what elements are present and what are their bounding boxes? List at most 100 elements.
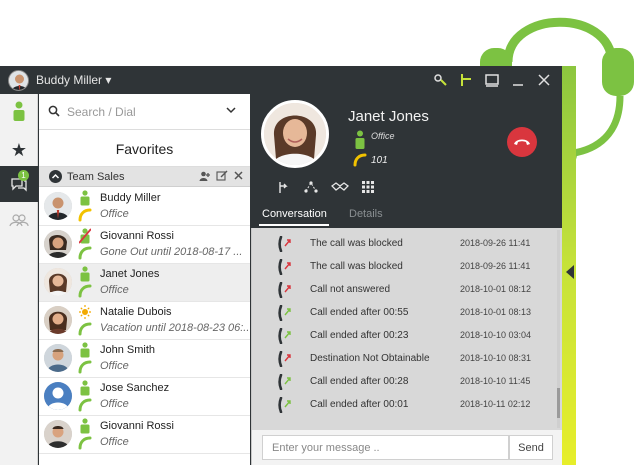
user-name-menu[interactable]: Buddy Miller ▾ — [36, 73, 111, 87]
outgoing-call-icon — [278, 397, 291, 413]
contact-status: Office — [100, 398, 129, 410]
handshake-icon[interactable] — [331, 180, 349, 194]
agent-icon[interactable] — [432, 72, 448, 88]
main-window: Buddy Miller ▾ ★ 1 Search / Dial Favorit… — [0, 66, 576, 465]
phone-icon[interactable] — [78, 284, 92, 298]
chevron-down-icon[interactable] — [226, 107, 236, 114]
team-actions — [199, 170, 244, 182]
transfer-icon[interactable] — [277, 180, 291, 194]
call-header: Janet Jones Office 101 Conversation Deta… — [251, 94, 562, 228]
history-text: Destination Not Obtainable — [310, 353, 430, 364]
missed-call-icon — [278, 236, 291, 252]
hangup-button[interactable] — [507, 127, 537, 157]
user-avatar[interactable] — [8, 70, 29, 91]
missed-call-icon — [278, 259, 291, 275]
history-row[interactable]: Destination Not Obtainable 2018-10-10 08… — [252, 349, 552, 371]
contact-item[interactable]: Natalie Dubois Vacation until 2018-08-23… — [39, 302, 250, 340]
avatar — [44, 306, 72, 334]
phone-icon[interactable] — [78, 322, 92, 336]
phone-icon[interactable] — [78, 246, 92, 260]
search-input[interactable] — [67, 102, 217, 122]
person-icon — [13, 101, 25, 121]
nav-groups[interactable] — [0, 202, 38, 238]
history-text: Call ended after 00:55 — [310, 307, 409, 318]
add-user-icon[interactable] — [199, 170, 211, 182]
avatar — [44, 344, 72, 372]
caller-extension: 101 — [371, 155, 388, 166]
history-time: 2018-10-10 11:45 — [460, 376, 531, 386]
presence-available-icon — [80, 266, 90, 282]
minimize-icon[interactable] — [510, 72, 526, 88]
avatar — [44, 192, 72, 220]
app-root: Buddy Miller ▾ ★ 1 Search / Dial Favorit… — [0, 0, 640, 465]
contact-item[interactable]: Buddy Miller Office — [39, 188, 250, 226]
caller-location: Office — [371, 131, 395, 141]
conference-icon[interactable] — [303, 180, 319, 194]
contact-status: Office — [100, 436, 129, 448]
history-row[interactable]: The call was blocked 2018-09-26 11:41 — [252, 257, 552, 279]
close-icon[interactable] — [233, 170, 244, 181]
nav-presence[interactable] — [0, 94, 38, 130]
history-text: The call was blocked — [310, 238, 403, 249]
sun-icon — [79, 305, 91, 319]
contact-item[interactable]: Giovanni Rossi Gone Out until 2018-08-17… — [39, 226, 250, 264]
chat-badge: 1 — [18, 170, 29, 181]
history-time: 2018-10-11 02:12 — [460, 399, 531, 409]
phone-icon[interactable] — [78, 436, 92, 450]
history-time: 2018-10-10 03:04 — [460, 330, 532, 340]
phone-icon[interactable] — [78, 208, 92, 222]
message-input[interactable] — [262, 435, 509, 460]
group-icon — [9, 214, 29, 227]
contact-name: Giovanni Rossi — [100, 420, 174, 432]
history-time: 2018-10-01 08:12 — [460, 284, 532, 294]
missed-call-icon — [278, 351, 291, 367]
window-icon[interactable] — [484, 72, 500, 88]
avatar — [44, 230, 72, 258]
avatar — [44, 382, 72, 410]
history-row[interactable]: Call ended after 00:55 2018-10-01 08:13 — [252, 303, 552, 325]
contact-name: Natalie Dubois — [100, 306, 172, 318]
outgoing-call-icon — [278, 305, 291, 321]
contact-item-selected[interactable]: Janet Jones Office — [39, 264, 250, 302]
title-bar: Buddy Miller ▾ — [0, 66, 566, 94]
outgoing-call-icon — [278, 374, 291, 390]
history-row[interactable]: Call ended after 00:23 2018-10-10 03:04 — [252, 326, 552, 348]
contact-item[interactable]: Jose Sanchez Office — [39, 378, 250, 416]
star-icon: ★ — [10, 139, 28, 160]
tab-conversation[interactable]: Conversation — [262, 208, 327, 220]
team-header[interactable]: Team Sales — [39, 167, 250, 187]
contact-item[interactable]: Giovanni Rossi Office — [39, 416, 250, 454]
contact-name: Giovanni Rossi — [100, 230, 174, 242]
history-row[interactable]: Call ended after 00:01 2018-10-11 02:12 — [252, 395, 552, 417]
history-time: 2018-10-01 08:13 — [460, 307, 532, 317]
panel-caret-icon[interactable] — [566, 265, 574, 279]
side-nav: ★ 1 — [0, 94, 38, 465]
contacts-panel: Favorites Team Sales Buddy — [39, 94, 250, 465]
history-row[interactable]: Call not answered 2018-10-01 08:12 — [252, 280, 552, 302]
send-button[interactable]: Send — [509, 435, 553, 460]
contact-name: Janet Jones — [100, 268, 160, 280]
transfer-icon[interactable] — [458, 72, 474, 88]
history-text: Call ended after 00:23 — [310, 330, 409, 341]
message-composer: Send — [251, 430, 562, 465]
history-row[interactable]: Call ended after 00:28 2018-10-10 11:45 — [252, 372, 552, 394]
collapse-toggle[interactable] — [49, 170, 62, 183]
scrollbar-thumb[interactable] — [557, 388, 560, 418]
phone-icon[interactable] — [78, 360, 92, 374]
history-row[interactable]: The call was blocked 2018-09-26 11:41 — [252, 234, 552, 256]
search-icon — [48, 105, 60, 117]
nav-chat[interactable]: 1 — [0, 166, 38, 202]
edit-icon[interactable] — [216, 170, 228, 182]
presence-available-icon — [80, 418, 90, 434]
nav-favorites[interactable]: ★ — [0, 132, 38, 168]
contact-status: Office — [100, 208, 129, 220]
caller-avatar — [261, 100, 329, 168]
contact-item[interactable]: John Smith Office — [39, 340, 250, 378]
avatar — [44, 268, 72, 296]
dialpad-icon[interactable] — [361, 180, 375, 194]
phone-icon[interactable] — [78, 398, 92, 412]
tab-details[interactable]: Details — [349, 208, 383, 220]
presence-available-icon — [80, 380, 90, 396]
close-icon[interactable] — [536, 72, 552, 88]
presence-away-icon — [79, 228, 91, 244]
